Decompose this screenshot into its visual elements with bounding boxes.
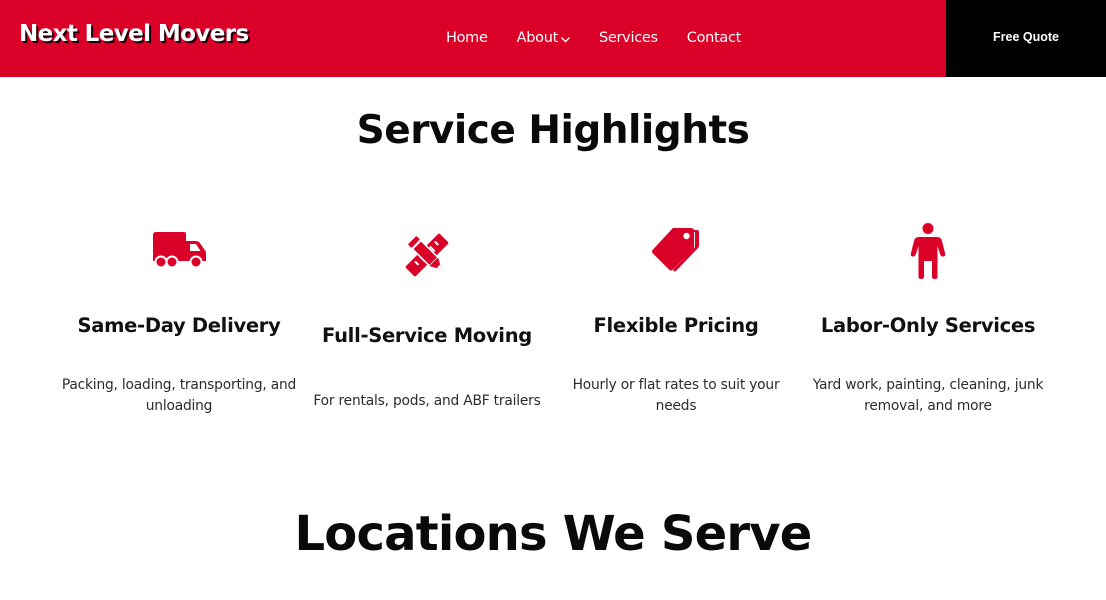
card-title: Full-Service Moving [322,324,532,347]
nav-link-label: Home [446,30,488,46]
card-title: Flexible Pricing [593,314,759,337]
site-header: Next Level Movers Home About Services Co… [0,0,1106,77]
section-title-locations: Locations We Serve [294,506,813,562]
truck-icon [151,231,207,275]
nav-link-contact[interactable]: Contact [686,30,742,46]
card-title: Same-Day Delivery [77,314,281,337]
nav-link-label: About [516,30,559,46]
site-logo[interactable]: Next Level Movers [19,21,249,47]
card-description: Yard work, painting, cleaning, junk remo… [812,377,1044,414]
pencil-ruler-icon [405,233,449,281]
main-nav: Home About Services Contact [446,28,741,48]
free-quote-button[interactable]: Free Quote [946,0,1106,77]
person-icon [909,222,947,284]
nav-link-label: Contact [686,30,742,46]
tags-icon [651,226,701,278]
nav-link-label: Services [599,30,658,46]
nav-link-about[interactable]: About [517,30,570,47]
card-description: Packing, loading, transporting, and unlo… [61,377,297,414]
section-title-highlights: Service Highlights [356,108,750,153]
nav-link-services[interactable]: Services [599,30,658,46]
card-title: Labor-Only Services [820,314,1036,337]
chevron-down-icon [561,31,570,47]
card-description: For rentals, pods, and ABF trailers [313,393,541,409]
card-description: Hourly or flat rates to suit your needs [572,377,780,414]
nav-link-home[interactable]: Home [446,30,488,46]
